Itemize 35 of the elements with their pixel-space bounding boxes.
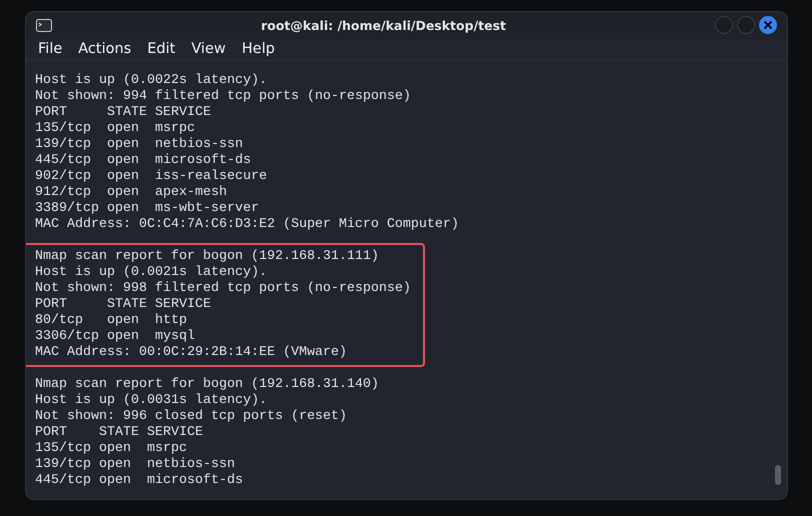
output-line: 80/tcp open http bbox=[35, 313, 188, 329]
output-line: Not shown: 998 filtered tcp ports (no-response) bbox=[35, 281, 411, 297]
output-line: Nmap scan report for bogon (192.168.31.140) bbox=[35, 377, 379, 393]
output-line: MAC Address: 00:0C:29:2B:14:EE (VMware) bbox=[35, 345, 348, 361]
output-line: Host is up (0.0021s latency). bbox=[35, 265, 268, 281]
menu-item[interactable]: Edit bbox=[139, 41, 184, 58]
output-line: 135/tcp open msrpc bbox=[35, 441, 188, 457]
output-line: Not shown: 996 closed tcp ports (reset) bbox=[35, 409, 348, 425]
scrollbar-thumb[interactable] bbox=[775, 465, 781, 485]
output-line: PORT STATE SERVICE bbox=[35, 425, 204, 441]
menu-item[interactable]: Actions bbox=[70, 41, 140, 58]
output-line: 3389/tcp open ms-wbt-server bbox=[35, 201, 260, 217]
output-line: Host is up (0.0031s latency). bbox=[35, 393, 268, 409]
output-line: 139/tcp open netbios-ssn bbox=[35, 457, 236, 473]
output-line: Nmap scan report for bogon (192.168.31.111) bbox=[35, 249, 380, 265]
output-line: 902/tcp open iss-realsecure bbox=[35, 169, 268, 185]
output-line: Not shown: 994 filtered tcp ports (no-response) bbox=[35, 89, 412, 105]
close-icon bbox=[763, 20, 773, 30]
output-line: 3306/tcp open mysql bbox=[35, 329, 196, 345]
output-line: MAC Address: 0C:C4:7A:C6:D3:E2 (Super Micro Computer) bbox=[35, 217, 459, 233]
output-line: PORT STATE SERVICE bbox=[35, 105, 212, 121]
menu-item[interactable]: Help bbox=[234, 41, 283, 58]
output-line: 445/tcp open microsoft-ds bbox=[35, 473, 244, 489]
output-line: 912/tcp open apex-mesh bbox=[35, 185, 228, 201]
output-line: 139/tcp open netbios-ssn bbox=[35, 137, 244, 153]
output-line: 135/tcp open msrpc bbox=[35, 121, 196, 137]
minimize-button[interactable] bbox=[715, 16, 733, 34]
output-line: 445/tcp open microsoft-ds bbox=[35, 153, 252, 169]
terminal-icon bbox=[36, 18, 52, 32]
menu-item[interactable]: File bbox=[30, 41, 70, 58]
output-line: PORT STATE SERVICE bbox=[35, 297, 212, 313]
menu-item[interactable]: View bbox=[183, 41, 234, 58]
output-line: Host is up (0.0022s latency). bbox=[35, 73, 268, 89]
window-title: root@kali: /home/kali/Desktop/test bbox=[260, 18, 508, 33]
close-button[interactable] bbox=[759, 16, 777, 34]
